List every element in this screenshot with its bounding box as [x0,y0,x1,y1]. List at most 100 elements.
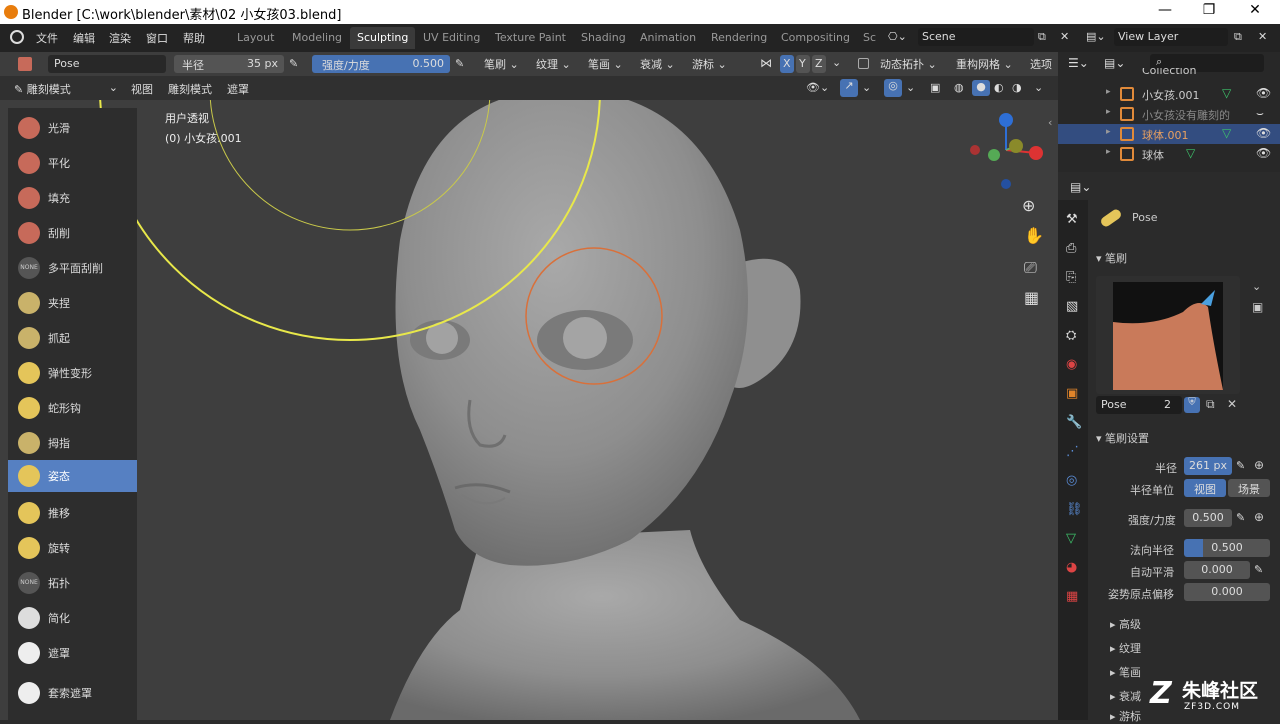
tool-14[interactable]: 简化 [8,602,137,634]
menu-render[interactable]: 渲染 [109,30,131,46]
particles-tab-icon[interactable]: ⋰ [1066,444,1079,459]
dyntopo-menu[interactable]: 动态拓扑 ⌄ [880,56,937,72]
material-tab-icon[interactable]: ◕ [1066,560,1077,575]
rendered-shading[interactable]: ◑ [1012,81,1022,94]
navigation-gizmo[interactable] [970,113,1043,189]
texture-menu[interactable]: 纹理 ⌄ [536,56,571,72]
pose-offset-field[interactable]: 0.000 [1184,583,1270,601]
tool-5[interactable]: 夹捏 [8,287,137,319]
section-texture[interactable]: ▸ 纹理 [1110,640,1141,656]
section-cursor[interactable]: ▸ 游标 [1110,708,1141,724]
props-strength-pressure-icon[interactable]: ✎ [1236,511,1245,524]
normal-radius-field[interactable]: 0.500 [1184,539,1270,557]
tool-tab-icon[interactable]: ⚒ [1066,212,1078,227]
symmetry-dropdown[interactable]: ⌄ [832,56,841,69]
tab-rendering[interactable]: Rendering [704,27,774,49]
radius-pressure-icon[interactable]: ✎ [289,57,298,70]
tab-shading[interactable]: Shading [574,27,633,49]
tool-2[interactable]: 填充 [8,182,137,214]
properties-editor-icon[interactable]: ▤⌄ [1070,180,1091,194]
sculpt-model[interactable] [390,100,860,720]
tool-3[interactable]: 刮削 [8,217,137,249]
new-view-layer-icon[interactable]: ⧉ [1234,30,1242,44]
tab-uv-editing[interactable]: UV Editing [416,27,487,49]
tool-12[interactable]: 旋转 [8,532,137,564]
unlink-brush-icon[interactable]: ✕ [1227,397,1237,411]
falloff-menu[interactable]: 衰减 ⌄ [640,56,675,72]
view-layer-browse-icon[interactable]: ▤⌄ [1086,30,1106,43]
tool-10[interactable]: 姿态 [8,460,137,492]
outliner-item[interactable]: ▸ 小女孩.001 ▽ 👁 [1058,84,1280,104]
props-radius-field[interactable]: 261 px [1184,457,1232,475]
outliner-item[interactable]: ▸ 球体 ▽ 👁 [1058,144,1280,164]
scene-tab-icon[interactable]: ⛭ [1066,328,1076,343]
menu-file[interactable]: 文件 [36,30,58,46]
visibility-eye-icon[interactable]: 👁 [1256,126,1271,140]
radius-unit-scene[interactable]: 场景 [1228,479,1270,497]
modifier-icon[interactable]: ▽ [1186,146,1195,160]
cursor-menu[interactable]: 游标 ⌄ [692,56,727,72]
remesh-menu[interactable]: 重构网格 ⌄ [956,56,1013,72]
visibility-eye-icon[interactable]: 👁 [1256,146,1271,160]
remove-view-layer-icon[interactable]: ✕ [1258,30,1267,43]
dyntopo-checkbox[interactable] [858,58,869,69]
tool-13[interactable]: NONE 拓扑 [8,567,137,599]
output-tab-icon[interactable]: ⎘ [1066,270,1076,285]
strength-pressure-icon[interactable]: ✎ [455,57,464,70]
tool-16[interactable]: 套索遮罩 [8,677,137,709]
material-shading[interactable]: ◐ [994,81,1004,94]
remove-scene-icon[interactable]: ✕ [1060,30,1069,43]
scene-field[interactable]: Scene [918,28,1034,46]
brush-users-count[interactable]: 2 [1160,396,1180,414]
props-strength-unified-icon[interactable]: ⊕ [1254,510,1264,524]
view-layer-field[interactable]: View Layer [1114,28,1228,46]
brush-dropdown-icon[interactable]: ⌄ [1252,280,1261,293]
wireframe-shading[interactable]: ◍ [954,81,964,94]
texture-tab-icon[interactable]: ▦ [1066,589,1078,604]
blender-menu-icon[interactable] [10,30,24,44]
object-tab-icon[interactable]: ▣ [1066,386,1078,401]
expand-arrow-icon[interactable]: ▸ [1106,107,1111,117]
mask-menu[interactable]: 遮罩 [227,81,249,97]
tool-15[interactable]: 遮罩 [8,637,137,669]
3d-viewport[interactable]: 用户透视 (0) 小女孩.001 ⊕ ✋ ⎚ ▦ ‹ [0,100,1058,720]
menu-help[interactable]: 帮助 [183,30,205,46]
shading-dropdown[interactable]: ⌄ [1034,81,1043,94]
expand-arrow-icon[interactable]: ▸ [1106,87,1111,97]
section-stroke[interactable]: ▸ 笔画 [1110,664,1141,680]
tool-8[interactable]: 蛇形钩 [8,392,137,424]
tab-modeling[interactable]: Modeling [285,27,349,49]
world-tab-icon[interactable]: ◉ [1066,357,1077,372]
tool-0[interactable]: 光滑 [8,112,137,144]
mirror-x-toggle[interactable]: X [780,55,794,73]
options-menu[interactable]: 选项 [1030,56,1052,72]
brush-section-header[interactable]: ▾ 笔刷 [1096,250,1127,266]
tab-sculpting[interactable]: Sculpting [350,27,416,49]
data-tab-icon[interactable]: ▽ [1066,531,1076,546]
render-tab-icon[interactable]: ⎙ [1066,241,1076,256]
brush-preview[interactable] [1096,276,1240,394]
tab-texture-paint[interactable]: Texture Paint [488,27,573,49]
modifier-icon[interactable]: ▽ [1222,86,1231,100]
mirror-z-toggle[interactable]: Z [812,55,826,73]
radius-unit-view[interactable]: 视图 [1184,479,1226,497]
expand-arrow-icon[interactable]: ▸ [1106,147,1111,157]
new-scene-icon[interactable]: ⧉ [1038,30,1046,44]
view-layer-tab-icon[interactable]: ▧ [1066,299,1078,314]
section-advanced[interactable]: ▸ 高级 [1110,616,1141,632]
mirror-y-toggle[interactable]: Y [796,55,810,73]
tab-compositing[interactable]: Compositing [774,27,857,49]
menu-window[interactable]: 窗口 [146,30,168,46]
modifier-tab-icon[interactable]: 🔧 [1066,415,1082,430]
props-strength-field[interactable]: 0.500 [1184,509,1232,527]
scene-browse-icon[interactable]: ⎔⌄ [888,30,912,43]
physics-tab-icon[interactable]: ◎ [1066,473,1077,488]
overlay-toggle[interactable]: ◎ [884,79,902,97]
fake-user-shield-icon[interactable]: ⛨ [1184,397,1200,413]
autosmooth-field[interactable]: 0.000 [1184,561,1250,579]
tool-11[interactable]: 推移 [8,497,137,529]
brush-name-field[interactable]: Pose [48,55,166,73]
tool-7[interactable]: 弹性变形 [8,357,137,389]
props-radius-unified-icon[interactable]: ⊕ [1254,458,1264,472]
duplicate-brush-icon[interactable]: ⧉ [1206,397,1215,412]
